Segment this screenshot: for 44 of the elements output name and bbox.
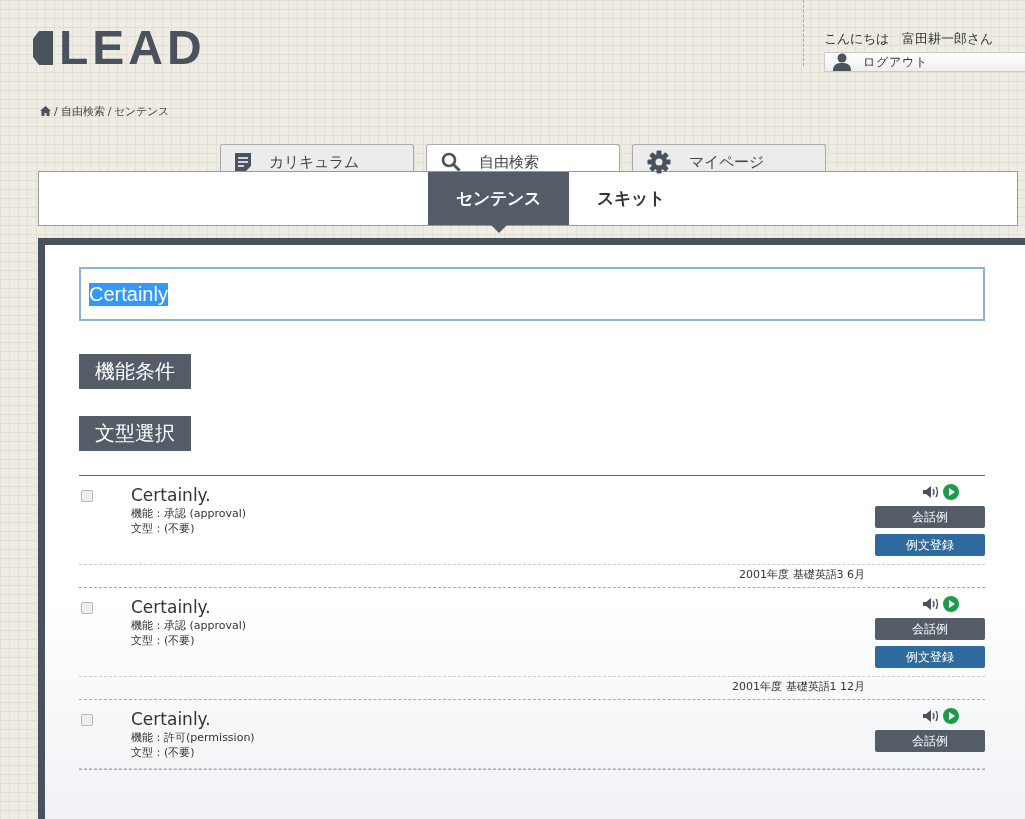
nav-tab[interactable]: マイページ: [632, 144, 826, 171]
function-text: 機能：許可(permission): [131, 730, 256, 745]
logo-mark-icon: [33, 31, 53, 65]
sentence-text: Certainly.: [131, 708, 212, 730]
play-icon[interactable]: [943, 596, 959, 612]
source-text: 2001年度 基礎英語1 12月: [731, 679, 866, 695]
pattern-text: 文型：(不要): [131, 745, 196, 760]
function-text: 機能：承認 (approval): [131, 618, 248, 633]
filter-button[interactable]: 文型選択: [79, 416, 191, 451]
breadcrumb-link[interactable]: 自由検索: [60, 103, 105, 119]
checkbox[interactable]: [81, 490, 93, 502]
register-button[interactable]: 例文登録: [875, 534, 985, 556]
nav-tab[interactable]: カリキュラム: [220, 144, 414, 171]
sentence-text: Certainly.: [131, 596, 212, 618]
sub-tab[interactable]: スキット: [569, 172, 693, 225]
logo-text: LEAD: [59, 28, 206, 68]
search-icon: [441, 152, 461, 172]
source-text: 2001年度 基礎英語3 6月: [738, 567, 866, 583]
greeting-text: こんにちは 富田耕一郎さん: [824, 30, 994, 48]
speaker-icon[interactable]: [923, 598, 940, 610]
breadcrumb-separator: /: [54, 104, 58, 118]
breadcrumb-separator: /: [107, 104, 112, 118]
example-button[interactable]: 会話例: [875, 730, 985, 752]
sentence-text: Certainly.: [131, 484, 212, 506]
pattern-text: 文型：(不要): [131, 521, 196, 536]
filter-button[interactable]: 機能条件: [79, 354, 191, 389]
nav-tab[interactable]: 自由検索: [426, 144, 620, 171]
pattern-text: 文型：(不要): [131, 633, 196, 648]
example-button[interactable]: 会話例: [875, 618, 985, 640]
home-icon[interactable]: [40, 106, 51, 116]
person-icon: [833, 53, 851, 71]
checkbox[interactable]: [81, 602, 93, 614]
checkbox[interactable]: [81, 714, 93, 726]
play-icon[interactable]: [943, 484, 959, 500]
breadcrumb-current: センテンス: [114, 103, 170, 119]
lead-logo[interactable]: LEAD: [33, 28, 206, 68]
logout-button[interactable]: ログアウト: [824, 52, 1025, 72]
register-button[interactable]: 例文登録: [875, 646, 985, 668]
play-icon[interactable]: [943, 708, 959, 724]
speaker-icon[interactable]: [923, 710, 940, 722]
speaker-icon[interactable]: [923, 486, 940, 498]
function-text: 機能：承認 (approval): [131, 506, 248, 521]
settings-icon: [647, 150, 671, 174]
example-button[interactable]: 会話例: [875, 506, 985, 528]
